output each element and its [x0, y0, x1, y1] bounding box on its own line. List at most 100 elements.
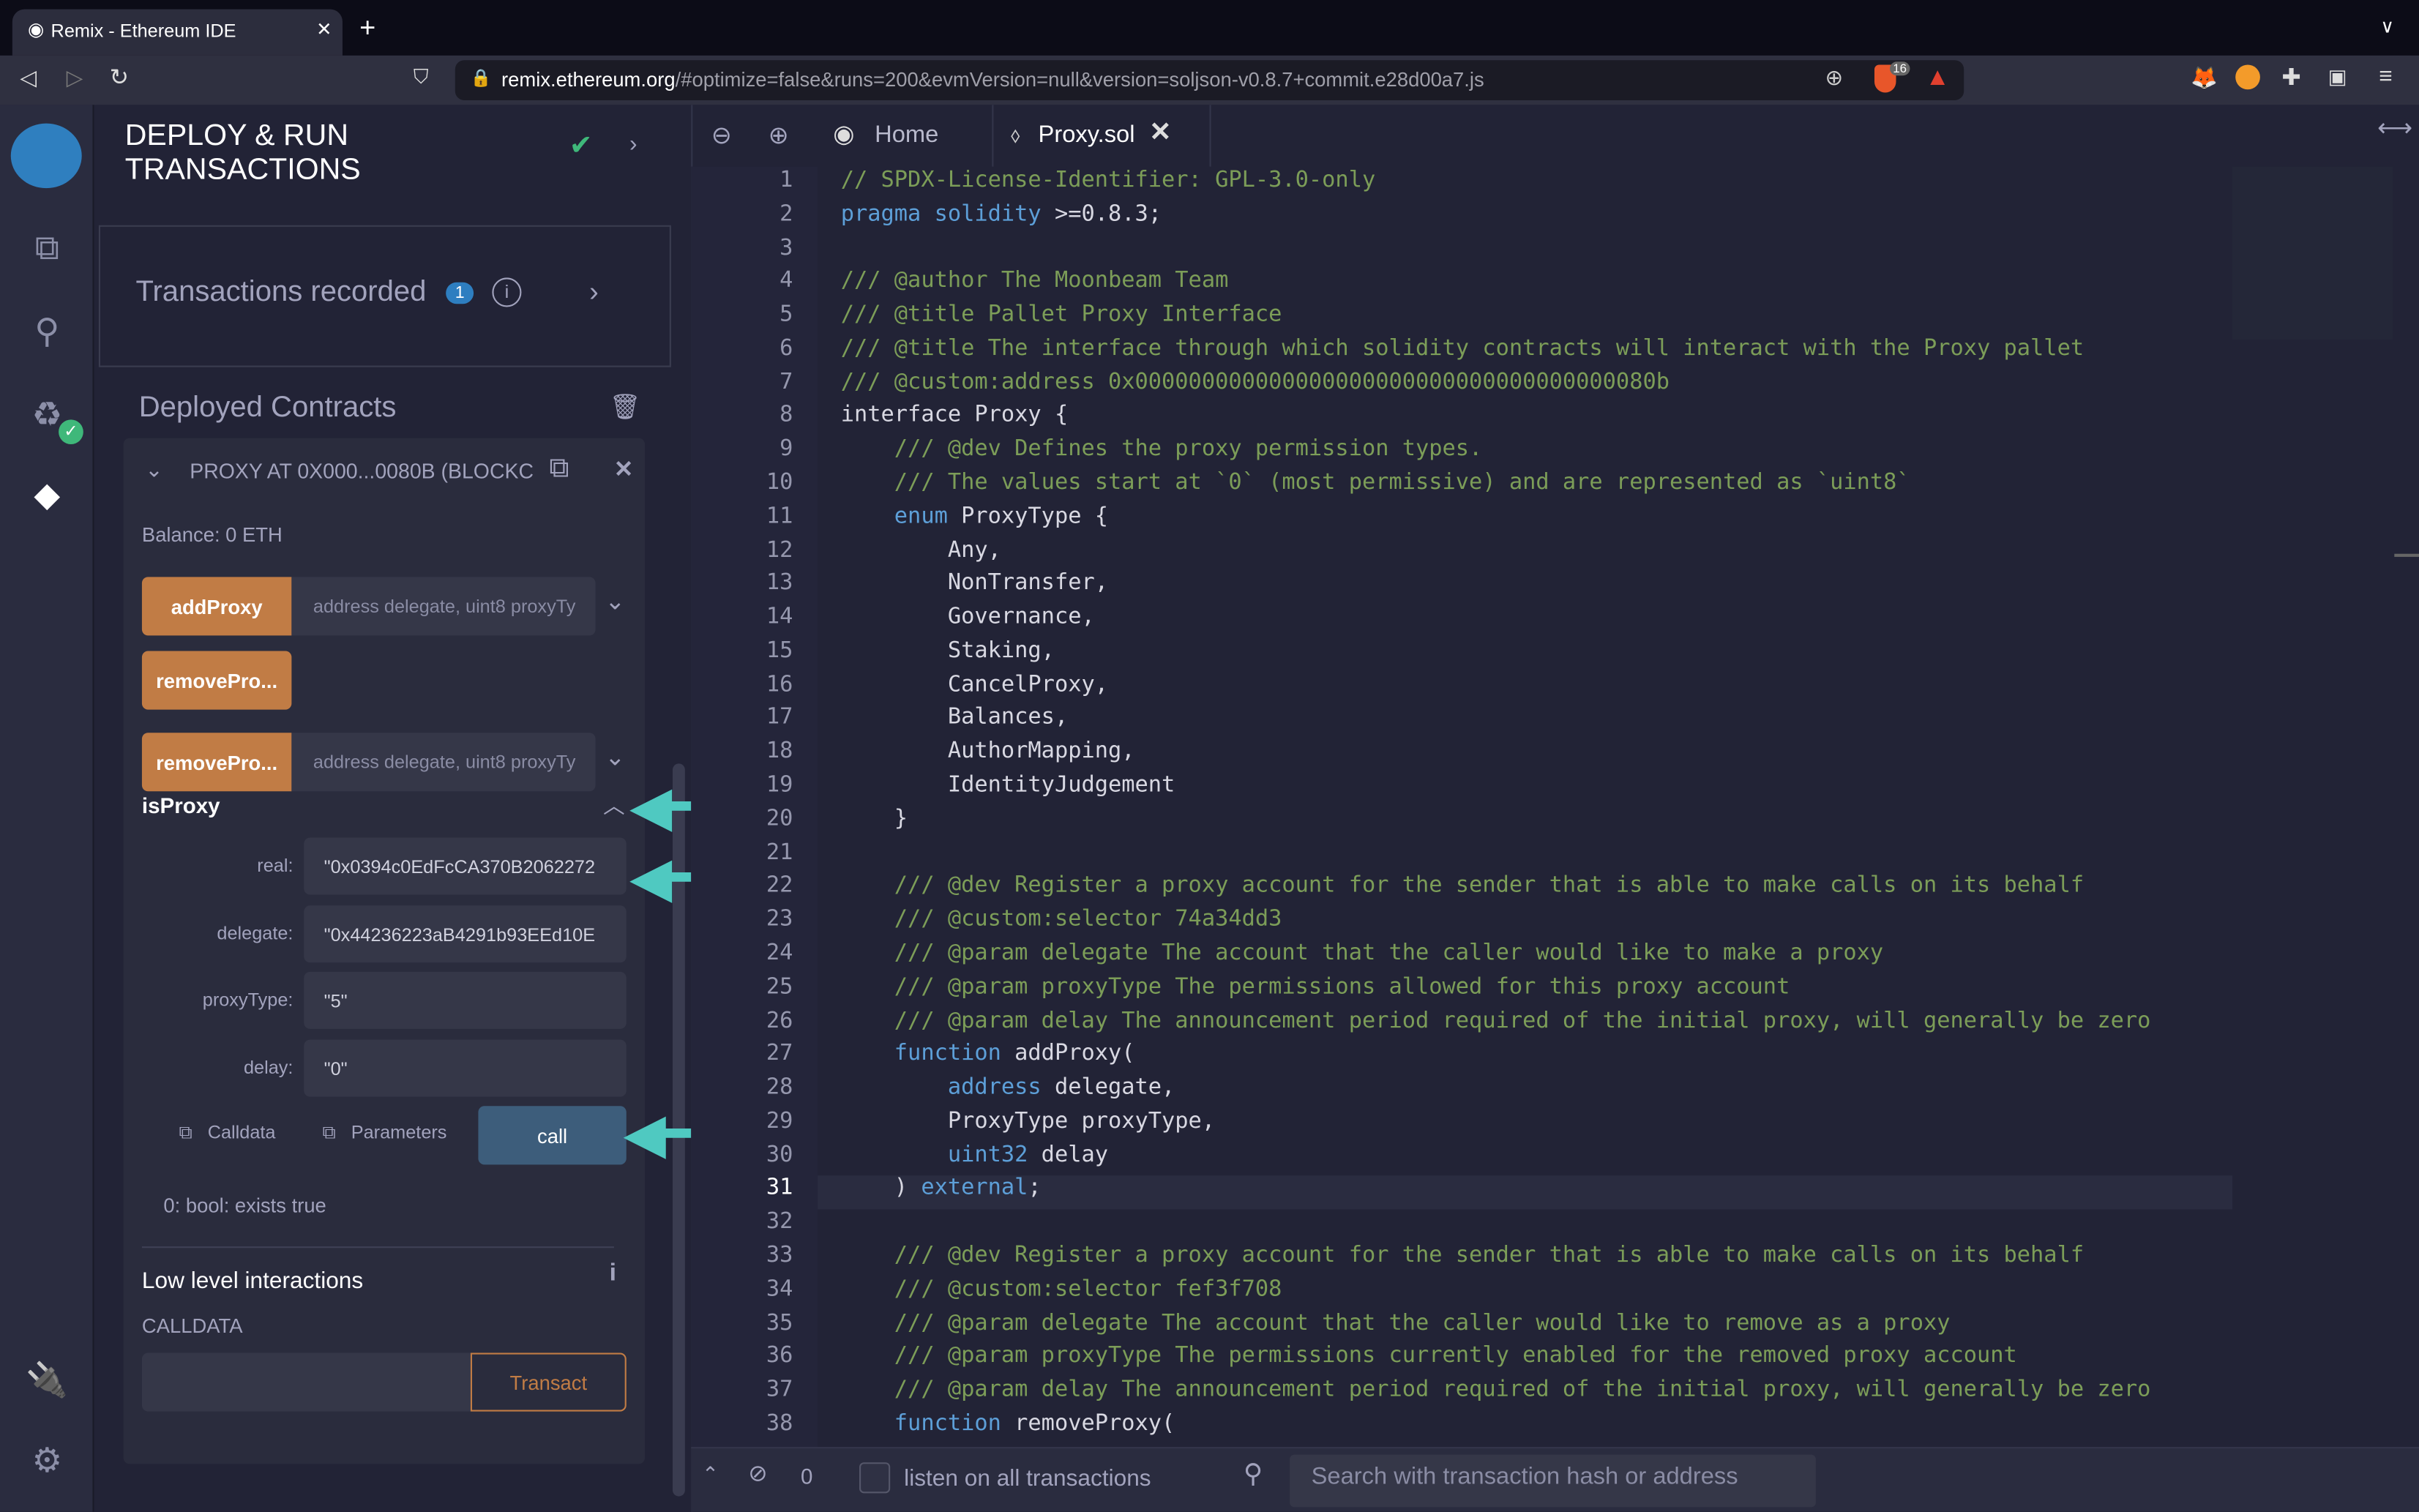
copy-parameters-button[interactable]: ⧉ Parameters: [323, 1121, 447, 1145]
zoom-out-icon[interactable]: ⊖: [711, 120, 732, 151]
proxy-type-label: proxyType:: [202, 989, 294, 1011]
remove-proxy-button[interactable]: removePro...: [141, 733, 292, 792]
transactions-recorded-section[interactable]: Transactions recorded 1 i ›: [98, 225, 671, 367]
code-line: /// @custom:selector 74a34dd3: [841, 907, 1282, 932]
comment-token: /// @author The Moonbeam Team: [840, 269, 1229, 294]
wallet-icon[interactable]: ▣: [2328, 65, 2347, 90]
code-line: Governance,: [841, 605, 1095, 630]
collapse-is-proxy-chevron-icon[interactable]: ︿: [603, 790, 625, 820]
call-button[interactable]: call: [478, 1106, 627, 1165]
code-token: Staking,: [840, 638, 1055, 664]
calldata-label: Calldata: [207, 1121, 276, 1143]
comment-token: /// @param proxyType The permissions cur…: [840, 1344, 2017, 1369]
comment-token: /// @param delay The announcement period…: [840, 1377, 2151, 1403]
transact-button[interactable]: Transact: [470, 1352, 627, 1412]
close-tab-icon[interactable]: ✕: [1149, 117, 1171, 148]
minimap[interactable]: [2232, 166, 2393, 340]
forward-icon[interactable]: ▷: [67, 65, 83, 91]
clear-instances-trash-icon[interactable]: 🗑: [610, 392, 641, 422]
search-icon[interactable]: ⚲: [0, 312, 94, 352]
bookmark-icon[interactable]: ⛉: [414, 65, 429, 90]
code-token: Any,: [840, 537, 1001, 563]
reload-icon[interactable]: ↻: [110, 63, 130, 91]
keyword-token: pragma solidity: [840, 201, 1042, 227]
keyword-token: address: [840, 1075, 1042, 1100]
editor-scrollbar[interactable]: [2394, 553, 2419, 557]
transactions-recorded-label: Transactions recorded: [135, 276, 427, 309]
code-line: pragma solidity >=0.8.3;: [841, 202, 1162, 227]
code-line: ) external;: [841, 1176, 1042, 1201]
maximize-panel-icon[interactable]: ⟷: [2377, 113, 2412, 143]
toggle-terminal-icon[interactable]: ⌃: [702, 1462, 719, 1487]
delay-input[interactable]: "0": [304, 1039, 627, 1097]
remove-proxies-button[interactable]: removePro...: [141, 651, 292, 710]
remove-proxy-args-input[interactable]: address delegate, uint8 proxyTy: [291, 733, 596, 792]
url-path: /#optimize=false&runs=200&evmVersion=nul…: [675, 67, 1484, 91]
code-line: /// @title The interface through which s…: [841, 336, 2084, 361]
panel-title-line2: TRANSACTIONS: [124, 152, 361, 187]
clear-console-icon[interactable]: ⊘: [748, 1459, 768, 1487]
metamask-extension-icon[interactable]: 🦊: [2191, 65, 2218, 91]
back-icon[interactable]: ◁: [20, 65, 37, 91]
settings-gear-icon[interactable]: ⚙: [0, 1441, 94, 1481]
line-number: 7: [779, 370, 793, 394]
add-proxy-button[interactable]: addProxy: [141, 577, 292, 636]
code-line: /// @author The Moonbeam Team: [841, 269, 1229, 293]
expand-chevron-icon[interactable]: ›: [589, 276, 599, 308]
remove-instance-icon[interactable]: ✕: [614, 455, 634, 483]
compile-success-check-icon: ✓: [59, 419, 83, 445]
collapse-chevron-icon[interactable]: ⌄: [145, 457, 163, 483]
calldata-input[interactable]: [141, 1352, 471, 1412]
comment-token: /// @title The interface through which s…: [840, 336, 2085, 361]
code-token: }: [840, 806, 908, 831]
low-level-info-icon[interactable]: i: [610, 1260, 616, 1288]
plugin-manager-icon[interactable]: 🔌: [0, 1361, 94, 1401]
delegate-input[interactable]: "0x44236223aB4291b93EEd10E: [304, 905, 627, 963]
tab-home[interactable]: ◉ Home: [820, 105, 994, 167]
expand-add-proxy-chevron-icon[interactable]: ⌄: [605, 586, 625, 617]
comment-token: /// @param delay The announcement period…: [840, 1008, 2151, 1033]
copy-calldata-button[interactable]: ⧉ Calldata: [179, 1121, 276, 1145]
new-tab-icon[interactable]: +: [359, 12, 375, 45]
line-number: 20: [766, 806, 793, 831]
line-number: 22: [766, 873, 793, 899]
info-icon[interactable]: i: [492, 277, 522, 307]
browser-menu-icon[interactable]: ≡: [2379, 63, 2392, 89]
listen-checkbox[interactable]: [859, 1462, 891, 1494]
deploy-run-icon[interactable]: ◆: [0, 475, 94, 515]
keyword-token: uint32: [840, 1142, 1028, 1167]
line-number: 17: [766, 706, 793, 730]
panel-chevron-right-icon[interactable]: ›: [629, 131, 638, 157]
code-token: >=0.8.3;: [1041, 201, 1162, 227]
tab-proxy-sol[interactable]: ⬨ Proxy.sol ✕: [995, 105, 1211, 167]
brave-shield-count: 16: [1890, 61, 1910, 76]
line-number: 32: [766, 1209, 793, 1235]
remix-logo-icon[interactable]: [10, 123, 82, 189]
polkadot-extension-icon[interactable]: [2235, 64, 2260, 90]
address-bar[interactable]: 🔒 remix.ethereum.org/#optimize=false&run…: [455, 60, 1964, 101]
file-explorer-icon[interactable]: ⧉: [0, 228, 94, 269]
line-number: 36: [766, 1344, 793, 1369]
copy-address-icon[interactable]: ⧉: [549, 452, 569, 484]
real-input[interactable]: "0x0394c0EdFcCA370B2062272: [304, 837, 627, 895]
keyword-token: function: [840, 1411, 1001, 1437]
tab-list-chevron-icon[interactable]: ∨: [2380, 15, 2394, 37]
copy-icon: ⧉: [179, 1121, 192, 1143]
expand-remove-proxy-chevron-icon[interactable]: ⌄: [605, 742, 625, 773]
copy-icon: ⧉: [322, 1121, 336, 1143]
extensions-puzzle-icon[interactable]: ✚: [2281, 63, 2301, 91]
is-proxy-function-title: isProxy: [141, 793, 220, 818]
code-token: ProxyType {: [947, 504, 1108, 529]
zoom-in-icon[interactable]: ⊕: [769, 120, 789, 151]
code-token: delay: [1028, 1142, 1108, 1167]
code-line: IdentityJudgement: [841, 773, 1175, 798]
line-number: 34: [766, 1276, 793, 1302]
transaction-search-input[interactable]: Search with transaction hash or address: [1290, 1454, 1816, 1508]
brave-rewards-icon[interactable]: ▲: [1926, 65, 1950, 93]
proxy-type-input[interactable]: "5": [304, 971, 627, 1029]
add-proxy-args-input[interactable]: address delegate, uint8 proxyTy: [291, 577, 596, 636]
zoom-icon[interactable]: ⊕: [1825, 65, 1844, 91]
line-number: 10: [766, 470, 793, 495]
browser-tab[interactable]: ◉ Remix - Ethereum IDE ✕: [12, 9, 343, 56]
close-tab-icon[interactable]: ✕: [316, 18, 332, 40]
